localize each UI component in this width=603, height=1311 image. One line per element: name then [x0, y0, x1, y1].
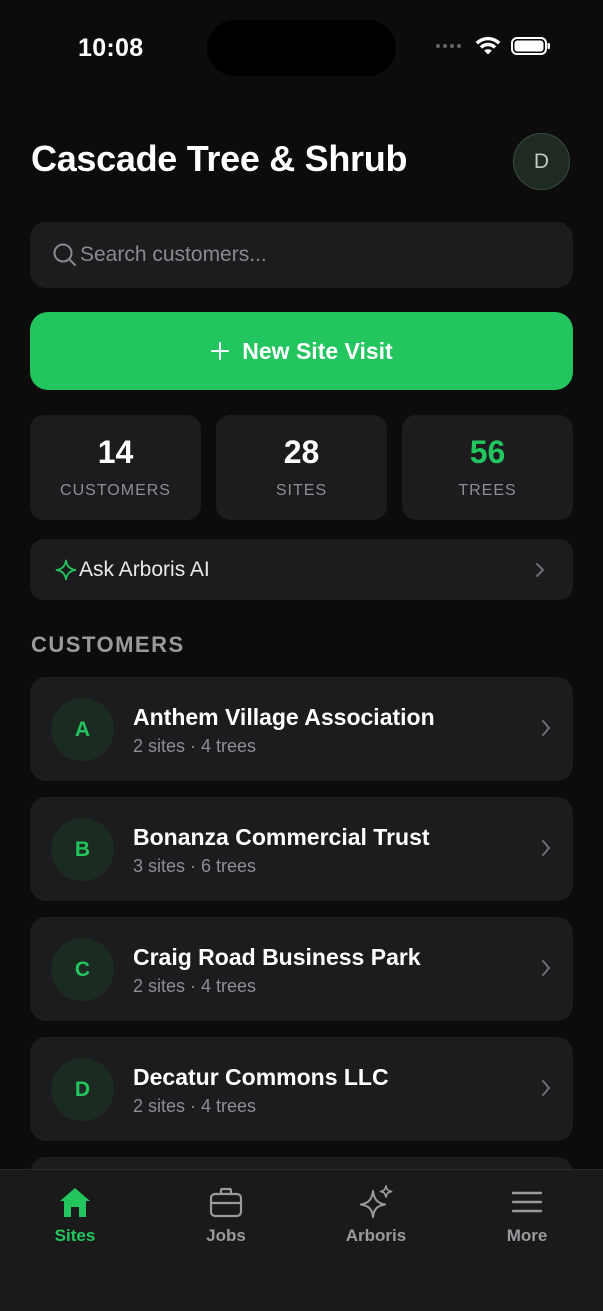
tab-jobs[interactable]: Jobs — [171, 1184, 281, 1246]
chevron-right-icon — [536, 562, 544, 577]
stat-label: SITES — [275, 481, 328, 499]
home-icon — [60, 1188, 90, 1217]
stat-label: CUSTOMERS — [60, 481, 171, 499]
tab-arboris[interactable]: Arboris — [321, 1184, 431, 1246]
new-site-visit-label: New Site Visit — [242, 337, 393, 364]
customer-name: Anthem Village Association — [133, 704, 435, 730]
status-icons — [436, 36, 551, 56]
customer-meta: 2 sites · 4 trees — [133, 736, 257, 756]
profile-avatar[interactable]: D — [513, 133, 570, 190]
customer-avatar: A — [51, 698, 114, 761]
customer-avatar: C — [51, 938, 114, 1001]
stat-label: TREES — [458, 481, 517, 499]
briefcase-icon — [209, 1187, 243, 1218]
customer-avatar: D — [51, 1058, 114, 1121]
sparkles-icon — [360, 1185, 393, 1218]
menu-icon — [511, 1191, 543, 1213]
stat-card-customers[interactable]: 14 CUSTOMERS — [30, 415, 201, 520]
tab-more[interactable]: More — [472, 1184, 582, 1246]
customer-list-item[interactable]: C Craig Road Business Park 2 sites · 4 t… — [30, 917, 573, 1021]
page-title: Cascade Tree & Shrub — [31, 138, 408, 179]
tab-label: Jobs — [206, 1226, 246, 1245]
search-icon — [53, 243, 76, 266]
customer-meta: 2 sites · 4 trees — [133, 976, 257, 996]
ask-ai-button[interactable]: Ask Arboris AI — [30, 539, 573, 600]
cellular-signal-icon — [436, 44, 461, 48]
status-bar: 10:08 — [0, 0, 603, 100]
new-site-visit-button[interactable]: New Site Visit — [30, 312, 573, 390]
chevron-right-icon — [542, 960, 550, 976]
stat-value: 28 — [283, 433, 320, 470]
customer-avatar: B — [51, 818, 114, 881]
chevron-right-icon — [542, 720, 550, 736]
battery-icon — [511, 37, 550, 55]
stat-value: 56 — [469, 433, 506, 470]
chevron-right-icon — [542, 840, 550, 856]
stat-value: 14 — [97, 433, 134, 470]
plus-icon — [211, 342, 230, 360]
status-time: 10:08 — [78, 34, 144, 62]
customer-name: Bonanza Commercial Trust — [133, 824, 430, 850]
tab-sites[interactable]: Sites — [20, 1184, 130, 1246]
tab-label: Sites — [54, 1226, 96, 1245]
stat-card-trees[interactable]: 56 TREES — [402, 415, 573, 520]
customers-section-title: CUSTOMERS — [31, 632, 185, 657]
search-bar[interactable] — [30, 222, 573, 288]
customer-list-item[interactable]: B Bonanza Commercial Trust 3 sites · 6 t… — [30, 797, 573, 901]
dynamic-island — [207, 20, 396, 76]
customer-list-item[interactable]: A Anthem Village Association 2 sites · 4… — [30, 677, 573, 781]
stat-card-sites[interactable]: 28 SITES — [216, 415, 387, 520]
customer-meta: 2 sites · 4 trees — [133, 1096, 257, 1116]
chevron-right-icon — [542, 1080, 550, 1096]
tab-label: More — [506, 1226, 548, 1245]
wifi-icon — [475, 36, 501, 55]
customer-meta: 3 sites · 6 trees — [133, 856, 257, 876]
tab-bar: Sites Jobs Arboris More — [0, 1169, 603, 1311]
customer-name: Decatur Commons LLC — [133, 1064, 389, 1090]
ask-ai-label: Ask Arboris AI — [79, 557, 210, 581]
customer-name: Craig Road Business Park — [133, 944, 421, 970]
screen: 10:08 Cascade Tree & Shrub D Search cust… — [0, 0, 603, 1311]
search-input[interactable] — [80, 243, 550, 267]
sparkle-icon — [55, 559, 77, 580]
tab-label: Arboris — [345, 1226, 407, 1245]
customer-list-item[interactable]: D Decatur Commons LLC 2 sites · 4 trees — [30, 1037, 573, 1141]
